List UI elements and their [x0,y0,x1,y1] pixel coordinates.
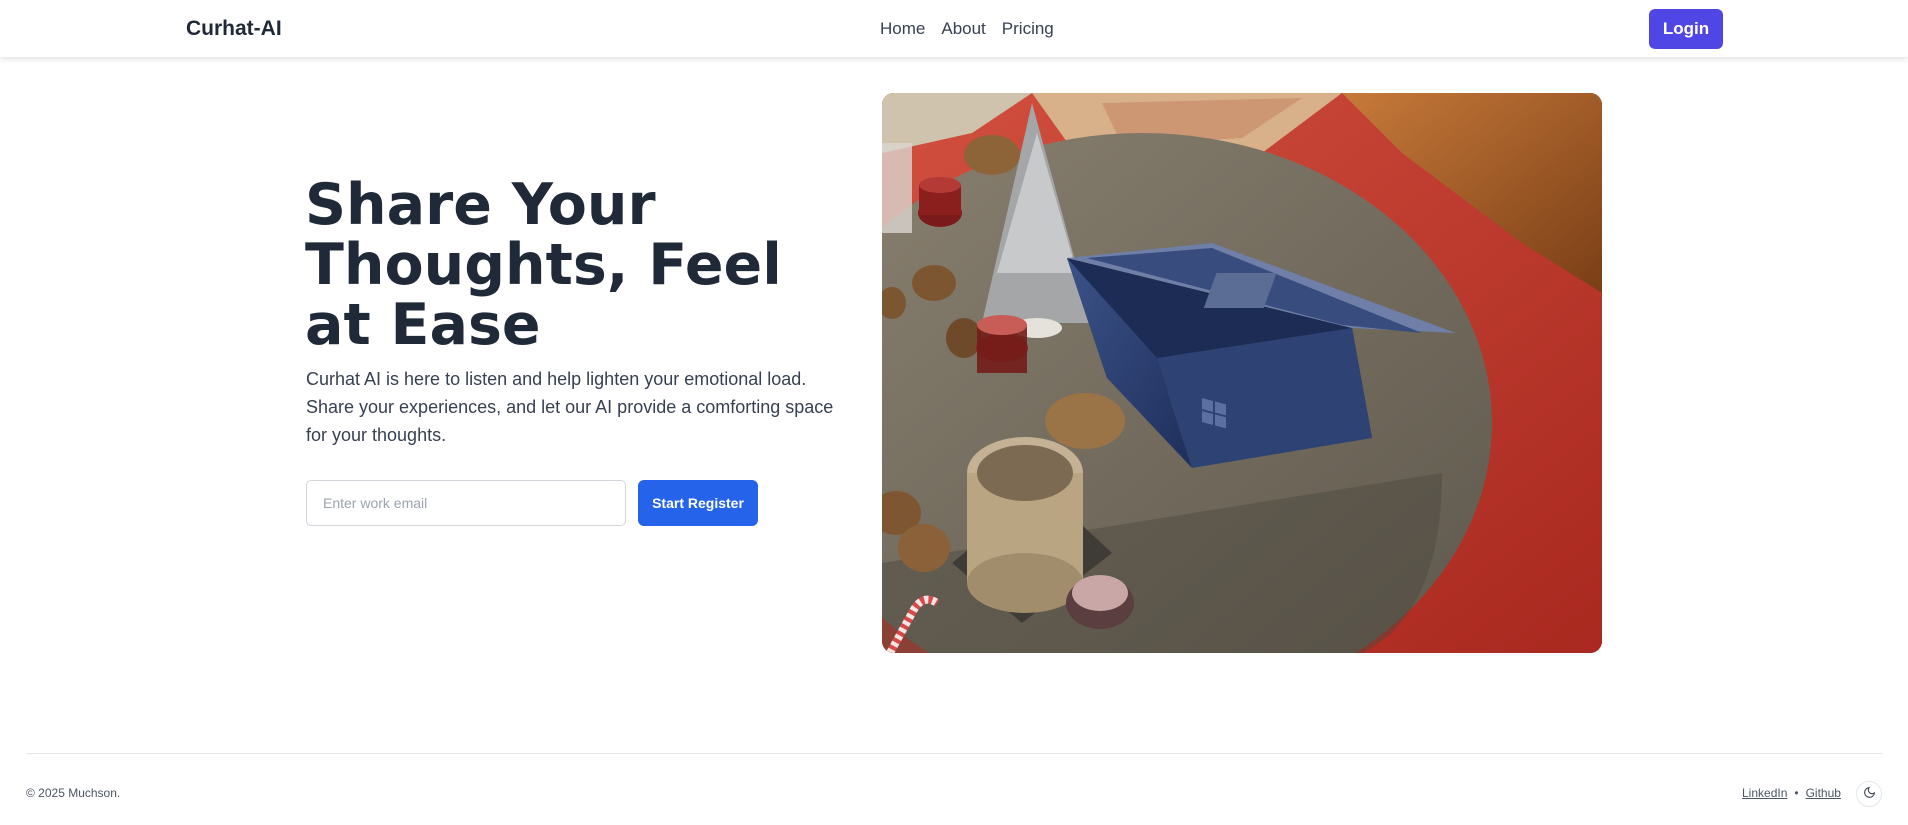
theme-toggle-button[interactable] [1856,781,1882,807]
copyright-text: © 2025 Muchson. [26,786,121,800]
github-link[interactable]: Github [1806,786,1841,800]
nav-link-pricing[interactable]: Pricing [1002,19,1054,39]
nav-link-home[interactable]: Home [880,19,925,39]
nav-link-about[interactable]: About [941,19,985,39]
brand-logo[interactable]: Curhat-AI [186,17,282,41]
start-register-button[interactable]: Start Register [638,480,758,526]
linkedin-link[interactable]: LinkedIn [1742,786,1787,800]
footer-separator: • [1794,786,1799,800]
hero-title: Share Your Thoughts, Feel at Ease [305,172,782,358]
footer-divider [26,753,1882,754]
footer-links: LinkedIn • Github [1742,786,1841,800]
nav-links: Home About Pricing [880,19,1054,39]
moon-icon [1863,786,1876,802]
email-input[interactable] [306,480,626,526]
login-button[interactable]: Login [1649,9,1723,49]
navbar: Curhat-AI Home About Pricing Login [0,0,1908,57]
hero-image [882,93,1602,653]
hero-description: Curhat AI is here to listen and help lig… [306,369,834,445]
